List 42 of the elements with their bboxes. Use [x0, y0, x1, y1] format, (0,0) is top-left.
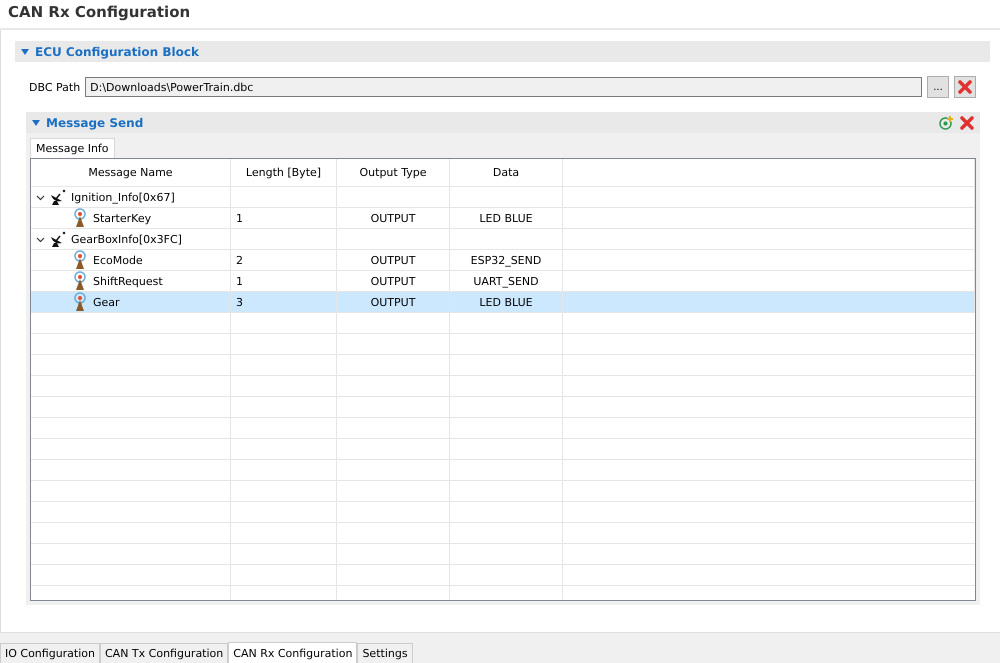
antenna-icon [73, 250, 87, 270]
add-target-icon[interactable] [939, 115, 954, 130]
section-title: Message Send [46, 116, 144, 130]
expand-icon[interactable] [21, 48, 29, 54]
table-cell: OUTPUT [337, 292, 450, 313]
signal-name: StarterKey [93, 212, 152, 224]
message-name: Ignition_Info[0x67] [71, 190, 175, 204]
antenna-icon [73, 271, 87, 291]
tab[interactable]: IO Configuration [0, 643, 100, 663]
signal-name: Gear [93, 296, 120, 308]
chevron-icon[interactable] [36, 234, 45, 244]
path-field[interactable]: D:\Downloads\PowerTrain.dbc [85, 77, 922, 97]
tab[interactable]: CAN Tx Configuration [100, 643, 228, 663]
table-row[interactable]: EcoMode 2 OUTPUT ESP32_SEND [31, 250, 975, 271]
table-row[interactable]: GearBoxInfo[0x3FC] [31, 229, 975, 250]
delete-button[interactable] [954, 76, 976, 98]
table-row[interactable]: Gear 3 OUTPUT LED BLUE [31, 292, 975, 313]
expand-icon[interactable] [32, 120, 40, 126]
delete-icon [958, 80, 972, 94]
signal-name: EcoMode [93, 254, 143, 266]
section-header[interactable]: Message Send [26, 112, 980, 133]
table-cell: 3 [231, 292, 337, 313]
signal-name: ShiftRequest [93, 274, 163, 288]
table-row[interactable]: ShiftRequest 1 OUTPUT UART_SEND [31, 271, 975, 292]
chevron-icon[interactable] [36, 192, 45, 202]
section-title: ECU Configuration Block [35, 44, 199, 58]
tab[interactable]: Message Info [30, 138, 115, 158]
satellite-dish-icon [49, 189, 67, 205]
table-cell: LED BLUE [450, 292, 563, 313]
antenna-icon [73, 292, 87, 312]
satellite-dish-icon [49, 231, 67, 247]
tab[interactable]: Settings [357, 643, 413, 663]
field-label: DBC Path [29, 80, 80, 94]
tab[interactable]: CAN Rx Configuration [228, 642, 358, 663]
table-row[interactable]: StarterKey 1 OUTPUT LED BLUE [31, 208, 975, 229]
browse-button[interactable]: ... [927, 76, 949, 98]
message-name: GearBoxInfo[0x3FC] [71, 232, 182, 246]
page-title: CAN Rx Configuration [0, 0, 1000, 30]
section-header[interactable]: ECU Configuration Block [15, 41, 990, 62]
antenna-icon [73, 208, 87, 228]
table-row[interactable]: Ignition_Info[0x67] [31, 187, 975, 208]
delete-icon [960, 116, 974, 130]
